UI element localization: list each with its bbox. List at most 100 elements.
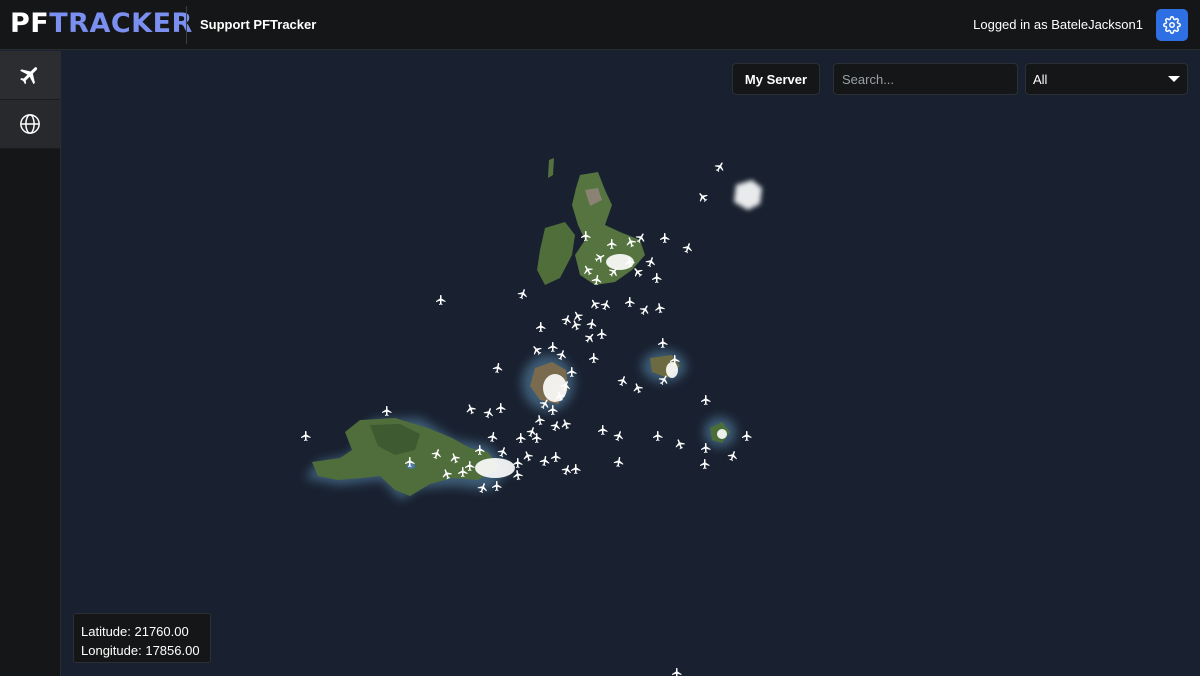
aircraft-marker[interactable]	[625, 297, 635, 307]
aircraft-marker[interactable]	[634, 231, 648, 245]
aircraft-marker[interactable]	[660, 233, 670, 243]
aircraft-marker[interactable]	[713, 160, 727, 174]
aircraft-marker[interactable]	[555, 348, 568, 362]
aircraft-marker[interactable]	[581, 231, 591, 241]
aircraft-cluster[interactable]	[666, 362, 678, 378]
aircraft-marker[interactable]	[589, 353, 599, 363]
my-server-button[interactable]: My Server	[732, 63, 820, 95]
aircraft-marker[interactable]	[616, 374, 629, 388]
filter-select[interactable]: All	[1025, 63, 1188, 95]
aircraft-marker[interactable]	[612, 429, 625, 443]
sidebar	[0, 51, 61, 676]
aircraft-cluster[interactable]	[543, 374, 567, 402]
aircraft-marker[interactable]	[534, 414, 546, 426]
aircraft-marker[interactable]	[742, 431, 752, 441]
aircraft-layer	[301, 160, 752, 676]
aircraft-marker[interactable]	[571, 309, 585, 323]
aircraft-marker[interactable]	[644, 255, 657, 269]
aircraft-cluster[interactable]	[475, 458, 515, 478]
aircraft-marker[interactable]	[591, 274, 603, 286]
gear-icon	[1163, 16, 1181, 34]
aircraft-marker[interactable]	[638, 303, 652, 317]
aircraft-marker[interactable]	[482, 406, 495, 420]
aircraft-marker[interactable]	[436, 295, 446, 305]
aircraft-marker[interactable]	[464, 402, 477, 416]
aircraft-marker[interactable]	[560, 313, 573, 327]
aircraft-marker[interactable]	[476, 481, 489, 495]
aircraft-marker[interactable]	[465, 461, 475, 471]
filter-select-value: All	[1033, 71, 1048, 87]
chevron-down-icon	[1168, 76, 1180, 82]
aircraft-marker[interactable]	[700, 459, 710, 469]
aircraft-marker[interactable]	[496, 445, 509, 459]
aircraft-marker[interactable]	[654, 302, 666, 314]
aircraft-marker[interactable]	[487, 431, 499, 443]
aircraft-marker[interactable]	[539, 455, 551, 467]
aircraft-marker[interactable]	[516, 433, 526, 443]
aircraft-marker[interactable]	[559, 417, 572, 431]
aircraft-marker[interactable]	[567, 367, 577, 377]
aircraft-marker[interactable]	[516, 287, 529, 301]
map-view[interactable]	[61, 51, 1200, 676]
aircraft-marker[interactable]	[551, 452, 561, 462]
aircraft-marker[interactable]	[681, 241, 694, 255]
aircraft-cluster[interactable]	[606, 254, 634, 270]
longitude-readout: Longitude: 17856.00	[81, 643, 200, 658]
coordinates-panel: Latitude: 21760.00 Longitude: 17856.00	[73, 613, 211, 663]
support-link[interactable]: Support PFTracker	[200, 17, 316, 32]
aircraft-marker[interactable]	[405, 457, 415, 467]
aircraft-marker[interactable]	[582, 330, 597, 345]
aircraft-marker[interactable]	[521, 449, 534, 463]
aircraft-marker[interactable]	[560, 463, 573, 477]
sidebar-item-globe[interactable]	[0, 100, 60, 149]
aircraft-marker[interactable]	[301, 431, 311, 441]
aircraft-marker[interactable]	[726, 449, 739, 463]
aircraft-marker[interactable]	[593, 251, 607, 265]
aircraft-marker[interactable]	[630, 265, 645, 280]
aircraft-marker[interactable]	[382, 406, 392, 416]
latitude-readout: Latitude: 21760.00	[81, 624, 189, 639]
aircraft-marker[interactable]	[458, 467, 468, 477]
aircraft-marker[interactable]	[701, 395, 711, 405]
aircraft-marker[interactable]	[597, 329, 607, 339]
top-bar: PFTRACKER Support PFTracker Logged in as…	[0, 0, 1200, 50]
aircraft-marker[interactable]	[492, 362, 504, 374]
aircraft-marker[interactable]	[599, 298, 612, 312]
sidebar-item-flights[interactable]	[0, 51, 60, 100]
aircraft-marker[interactable]	[695, 190, 710, 205]
aircraft-marker[interactable]	[598, 425, 608, 435]
aircraft-marker[interactable]	[492, 481, 502, 491]
aircraft-marker[interactable]	[581, 263, 595, 277]
aircraft-marker[interactable]	[588, 297, 602, 311]
aircraft-marker[interactable]	[430, 447, 443, 461]
search-input[interactable]	[833, 63, 1018, 95]
aircraft-marker[interactable]	[536, 322, 546, 332]
aircraft-marker[interactable]	[672, 668, 682, 676]
logo-part-pf: PF	[10, 8, 50, 39]
aircraft-marker[interactable]	[529, 343, 544, 358]
aircraft-cluster[interactable]	[717, 429, 727, 439]
logged-in-user: Logged in as BateleJackson1	[973, 17, 1143, 32]
aircraft-marker[interactable]	[440, 467, 453, 481]
aircraft-marker[interactable]	[532, 433, 542, 443]
aircraft-marker[interactable]	[549, 419, 562, 433]
aircraft-marker[interactable]	[586, 318, 598, 330]
aircraft-marker[interactable]	[475, 445, 485, 455]
settings-button[interactable]	[1156, 9, 1188, 41]
aircraft-marker[interactable]	[653, 431, 663, 441]
pftracker-logo[interactable]: PFTRACKER	[10, 9, 193, 39]
aircraft-marker[interactable]	[607, 239, 617, 249]
aircraft-marker[interactable]	[631, 381, 644, 395]
aircraft-marker[interactable]	[448, 451, 461, 465]
aircraft-marker[interactable]	[701, 443, 711, 453]
aircraft-marker[interactable]	[548, 342, 558, 352]
aircraft-marker[interactable]	[658, 338, 668, 348]
aircraft-marker[interactable]	[569, 318, 582, 332]
aircraft-marker[interactable]	[624, 235, 637, 249]
aircraft-marker[interactable]	[571, 464, 581, 474]
aircraft-marker[interactable]	[613, 456, 625, 468]
aircraft-marker[interactable]	[548, 405, 558, 415]
aircraft-marker[interactable]	[673, 437, 686, 451]
aircraft-marker[interactable]	[652, 273, 662, 283]
aircraft-marker[interactable]	[496, 403, 506, 413]
